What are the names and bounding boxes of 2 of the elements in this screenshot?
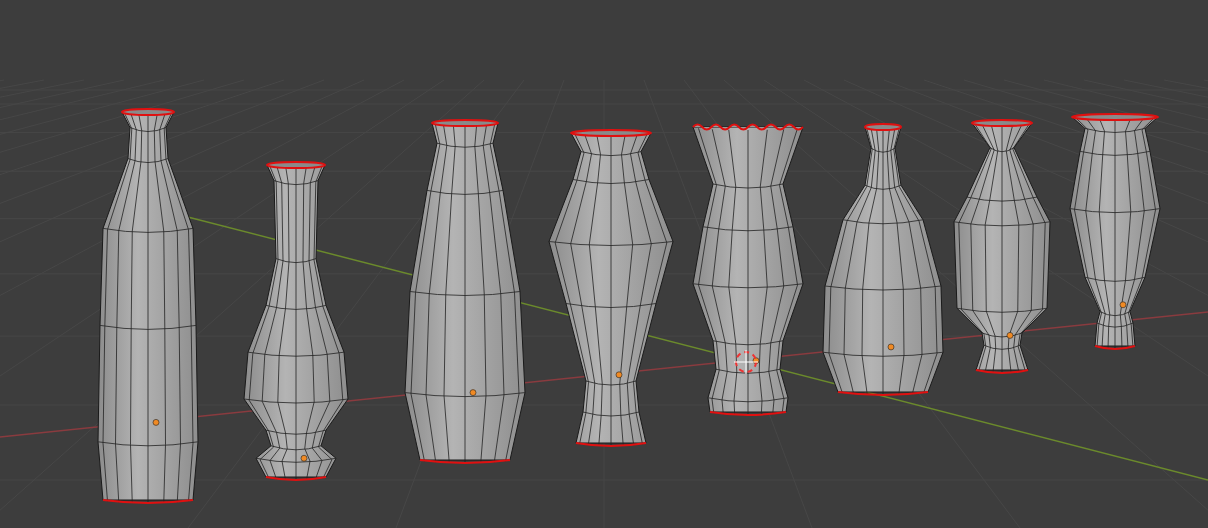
- viewport[interactable]: [0, 0, 1208, 528]
- 3d-cursor-icon[interactable]: [733, 349, 759, 375]
